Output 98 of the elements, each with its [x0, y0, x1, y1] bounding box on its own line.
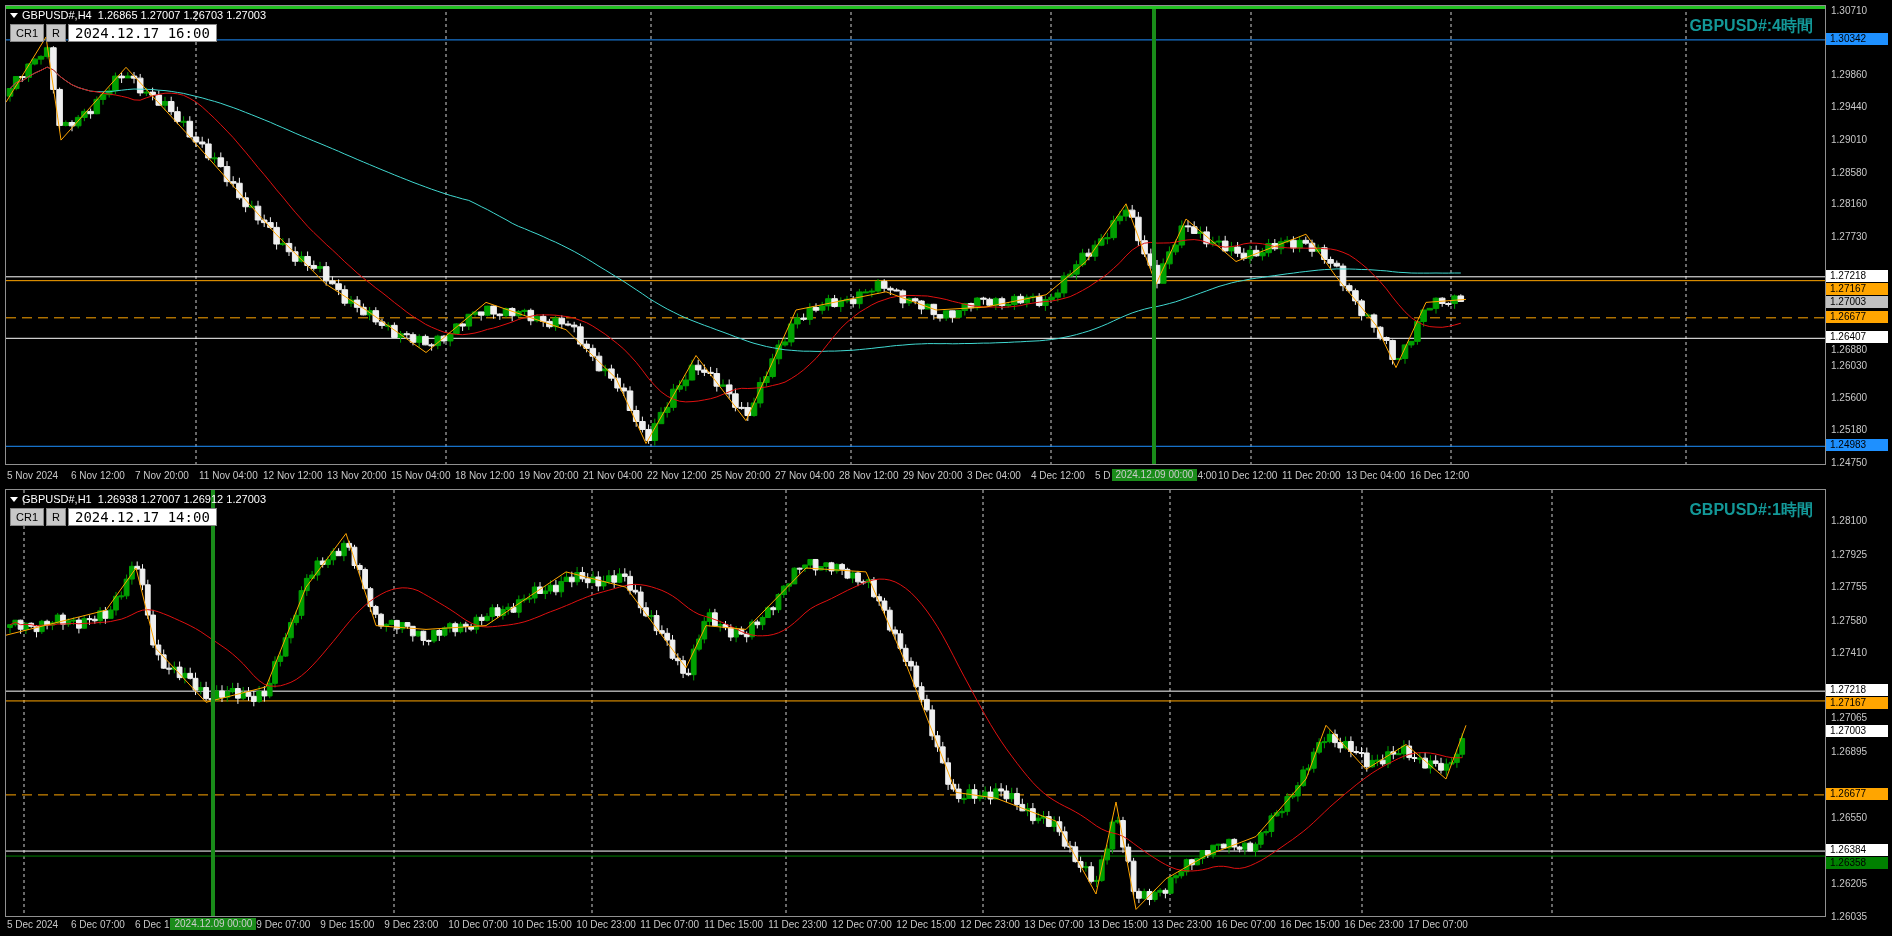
time-label: 12 Dec 07:00: [832, 918, 893, 930]
time-label: 5 D: [1095, 469, 1112, 481]
price-tick-label: 1.29010: [1831, 133, 1868, 146]
price-tag: 1.27218: [1826, 684, 1888, 697]
time-label: 10 Dec 15:00: [512, 918, 573, 930]
collapse-triangle-icon[interactable]: [10, 12, 18, 18]
symbol-info: GBPUSD#,H1 1.26938 1.27007 1.26912 1.27003: [22, 493, 267, 505]
time-label: 7 Nov 20:00: [135, 469, 190, 481]
time-label: 4:00: [1197, 469, 1218, 481]
toolbar-button[interactable]: CR1: [10, 508, 44, 526]
price-tick-label: 1.29860: [1831, 69, 1868, 82]
time-label: 11 Dec 15:00: [704, 918, 765, 930]
price-tick-label: 1.25600: [1831, 392, 1868, 405]
price-tick-label: 1.28580: [1831, 166, 1868, 179]
time-label: 6 Dec 07:00: [71, 918, 126, 930]
price-tick-label: 1.27410: [1831, 647, 1868, 660]
time-label: 22 Nov 12:00: [647, 469, 708, 481]
price-tick-label: 1.28100: [1831, 515, 1868, 527]
price-tick-label: 1.27580: [1831, 614, 1868, 627]
time-label: 16 Dec 23:00: [1344, 918, 1405, 930]
price-tick-label: 1.27730: [1831, 230, 1868, 243]
collapse-triangle-icon[interactable]: [10, 496, 18, 502]
price-tick-label: 1.26030: [1831, 359, 1868, 372]
time-label: 5 Dec 2024: [7, 918, 60, 930]
time-label: 9 Dec 07:00: [256, 918, 312, 930]
price-tag: 1.26677: [1826, 310, 1888, 323]
price-level-line[interactable]: [6, 280, 1825, 282]
price-tick-label: 1.26895: [1831, 746, 1868, 759]
price-tick-label: 1.24750: [1831, 456, 1868, 469]
time-label: 18 Nov 12:00: [455, 469, 516, 481]
price-tick-label: 1.26205: [1831, 878, 1868, 891]
time-label: 19 Nov 20:00: [519, 469, 580, 481]
price-tick-label: 1.26035: [1831, 911, 1868, 923]
time-label: 11 Nov 04:00: [199, 469, 259, 481]
price-tick-label: 1.30710: [1831, 5, 1868, 17]
time-label: 13 Dec 23:00: [1152, 918, 1213, 930]
time-label: 6 Dec 1: [135, 918, 171, 930]
time-label: 10 Dec 12:00: [1217, 469, 1279, 481]
time-label: 13 Dec 04:00: [1345, 469, 1407, 481]
time-marker: 2024.12.09 00:00: [1111, 469, 1198, 481]
price-tag: 1.30342: [1826, 32, 1888, 45]
time-label: 12 Nov 12:00: [263, 469, 324, 481]
price-level-line[interactable]: [6, 39, 1825, 41]
time-label: 17 Dec 07:00: [1408, 918, 1469, 930]
price-tag: 1.24983: [1826, 439, 1888, 452]
date-field[interactable]: 2024.12.17 16:00: [67, 24, 217, 42]
time-label: 27 Nov 04:00: [775, 469, 836, 481]
time-label: 16 Dec 15:00: [1280, 918, 1341, 930]
time-label: 29 Nov 20:00: [903, 469, 964, 481]
time-label: 21 Nov 04:00: [583, 469, 644, 481]
price-tag: 1.27003: [1826, 725, 1888, 738]
time-marker: 2024.12.09 00:00: [170, 918, 257, 930]
date-field[interactable]: 2024.12.17 14:00: [67, 508, 217, 526]
time-label: 9 Dec 15:00: [320, 918, 376, 930]
time-label: 11 Dec 20:00: [1281, 469, 1342, 481]
time-label: 10 Dec 07:00: [448, 918, 509, 930]
time-label: 3 Dec 04:00: [967, 469, 1022, 481]
time-label: 12 Dec 15:00: [896, 918, 957, 930]
time-label: 13 Dec 07:00: [1024, 918, 1085, 930]
time-label: 5 Nov 2024: [7, 469, 60, 481]
time-label: 11 Dec 23:00: [768, 918, 829, 930]
price-tag: 1.26677: [1826, 787, 1888, 800]
price-level-line[interactable]: [6, 317, 1825, 319]
time-label: 13 Nov 20:00: [327, 469, 388, 481]
price-tick-label: 1.26550: [1831, 812, 1868, 825]
price-tag: 1.26407: [1826, 331, 1888, 344]
time-label: 10 Dec 23:00: [576, 918, 637, 930]
time-label: 9 Dec 23:00: [384, 918, 440, 930]
time-label: 13 Dec 15:00: [1088, 918, 1149, 930]
time-label: 16 Dec 12:00: [1409, 469, 1471, 481]
time-label: 6 Nov 12:00: [71, 469, 126, 481]
price-tick-label: 1.29440: [1831, 101, 1868, 114]
price-tick-label: 1.26880: [1831, 344, 1868, 357]
toolbar-button[interactable]: CR1: [10, 24, 44, 42]
price-tag: 1.27167: [1826, 697, 1888, 710]
chart-symbol-label: GBPUSD#:4時間: [1689, 16, 1813, 36]
price-level-line[interactable]: [6, 794, 1825, 796]
time-label: 28 Nov 12:00: [839, 469, 900, 481]
price-tag: 1.27167: [1826, 282, 1888, 295]
price-tick-label: 1.25180: [1831, 424, 1868, 437]
chart-symbol-label: GBPUSD#:1時間: [1689, 500, 1813, 520]
time-label: 4 Dec 12:00: [1031, 469, 1086, 481]
symbol-info: GBPUSD#,H4 1.26865 1.27007 1.26703 1.27003: [22, 9, 267, 21]
price-tag: 1.26358: [1826, 857, 1888, 870]
time-label: 12 Dec 23:00: [960, 918, 1021, 930]
toolbar-button[interactable]: R: [46, 24, 66, 42]
time-label: 25 Nov 20:00: [711, 469, 772, 481]
price-tick-label: 1.27065: [1831, 712, 1868, 725]
price-tag: 1.26384: [1826, 844, 1888, 857]
price-tag: 1.27003: [1826, 295, 1888, 308]
time-label: 15 Nov 04:00: [391, 469, 452, 481]
price-tick-label: 1.27925: [1831, 548, 1868, 561]
price-tag: 1.27218: [1826, 269, 1888, 282]
toolbar-button[interactable]: R: [46, 508, 66, 526]
price-tick-label: 1.27755: [1831, 581, 1868, 594]
time-label: 11 Dec 07:00: [640, 918, 701, 930]
time-label: 16 Dec 07:00: [1216, 918, 1277, 930]
price-tick-label: 1.28160: [1831, 198, 1868, 211]
